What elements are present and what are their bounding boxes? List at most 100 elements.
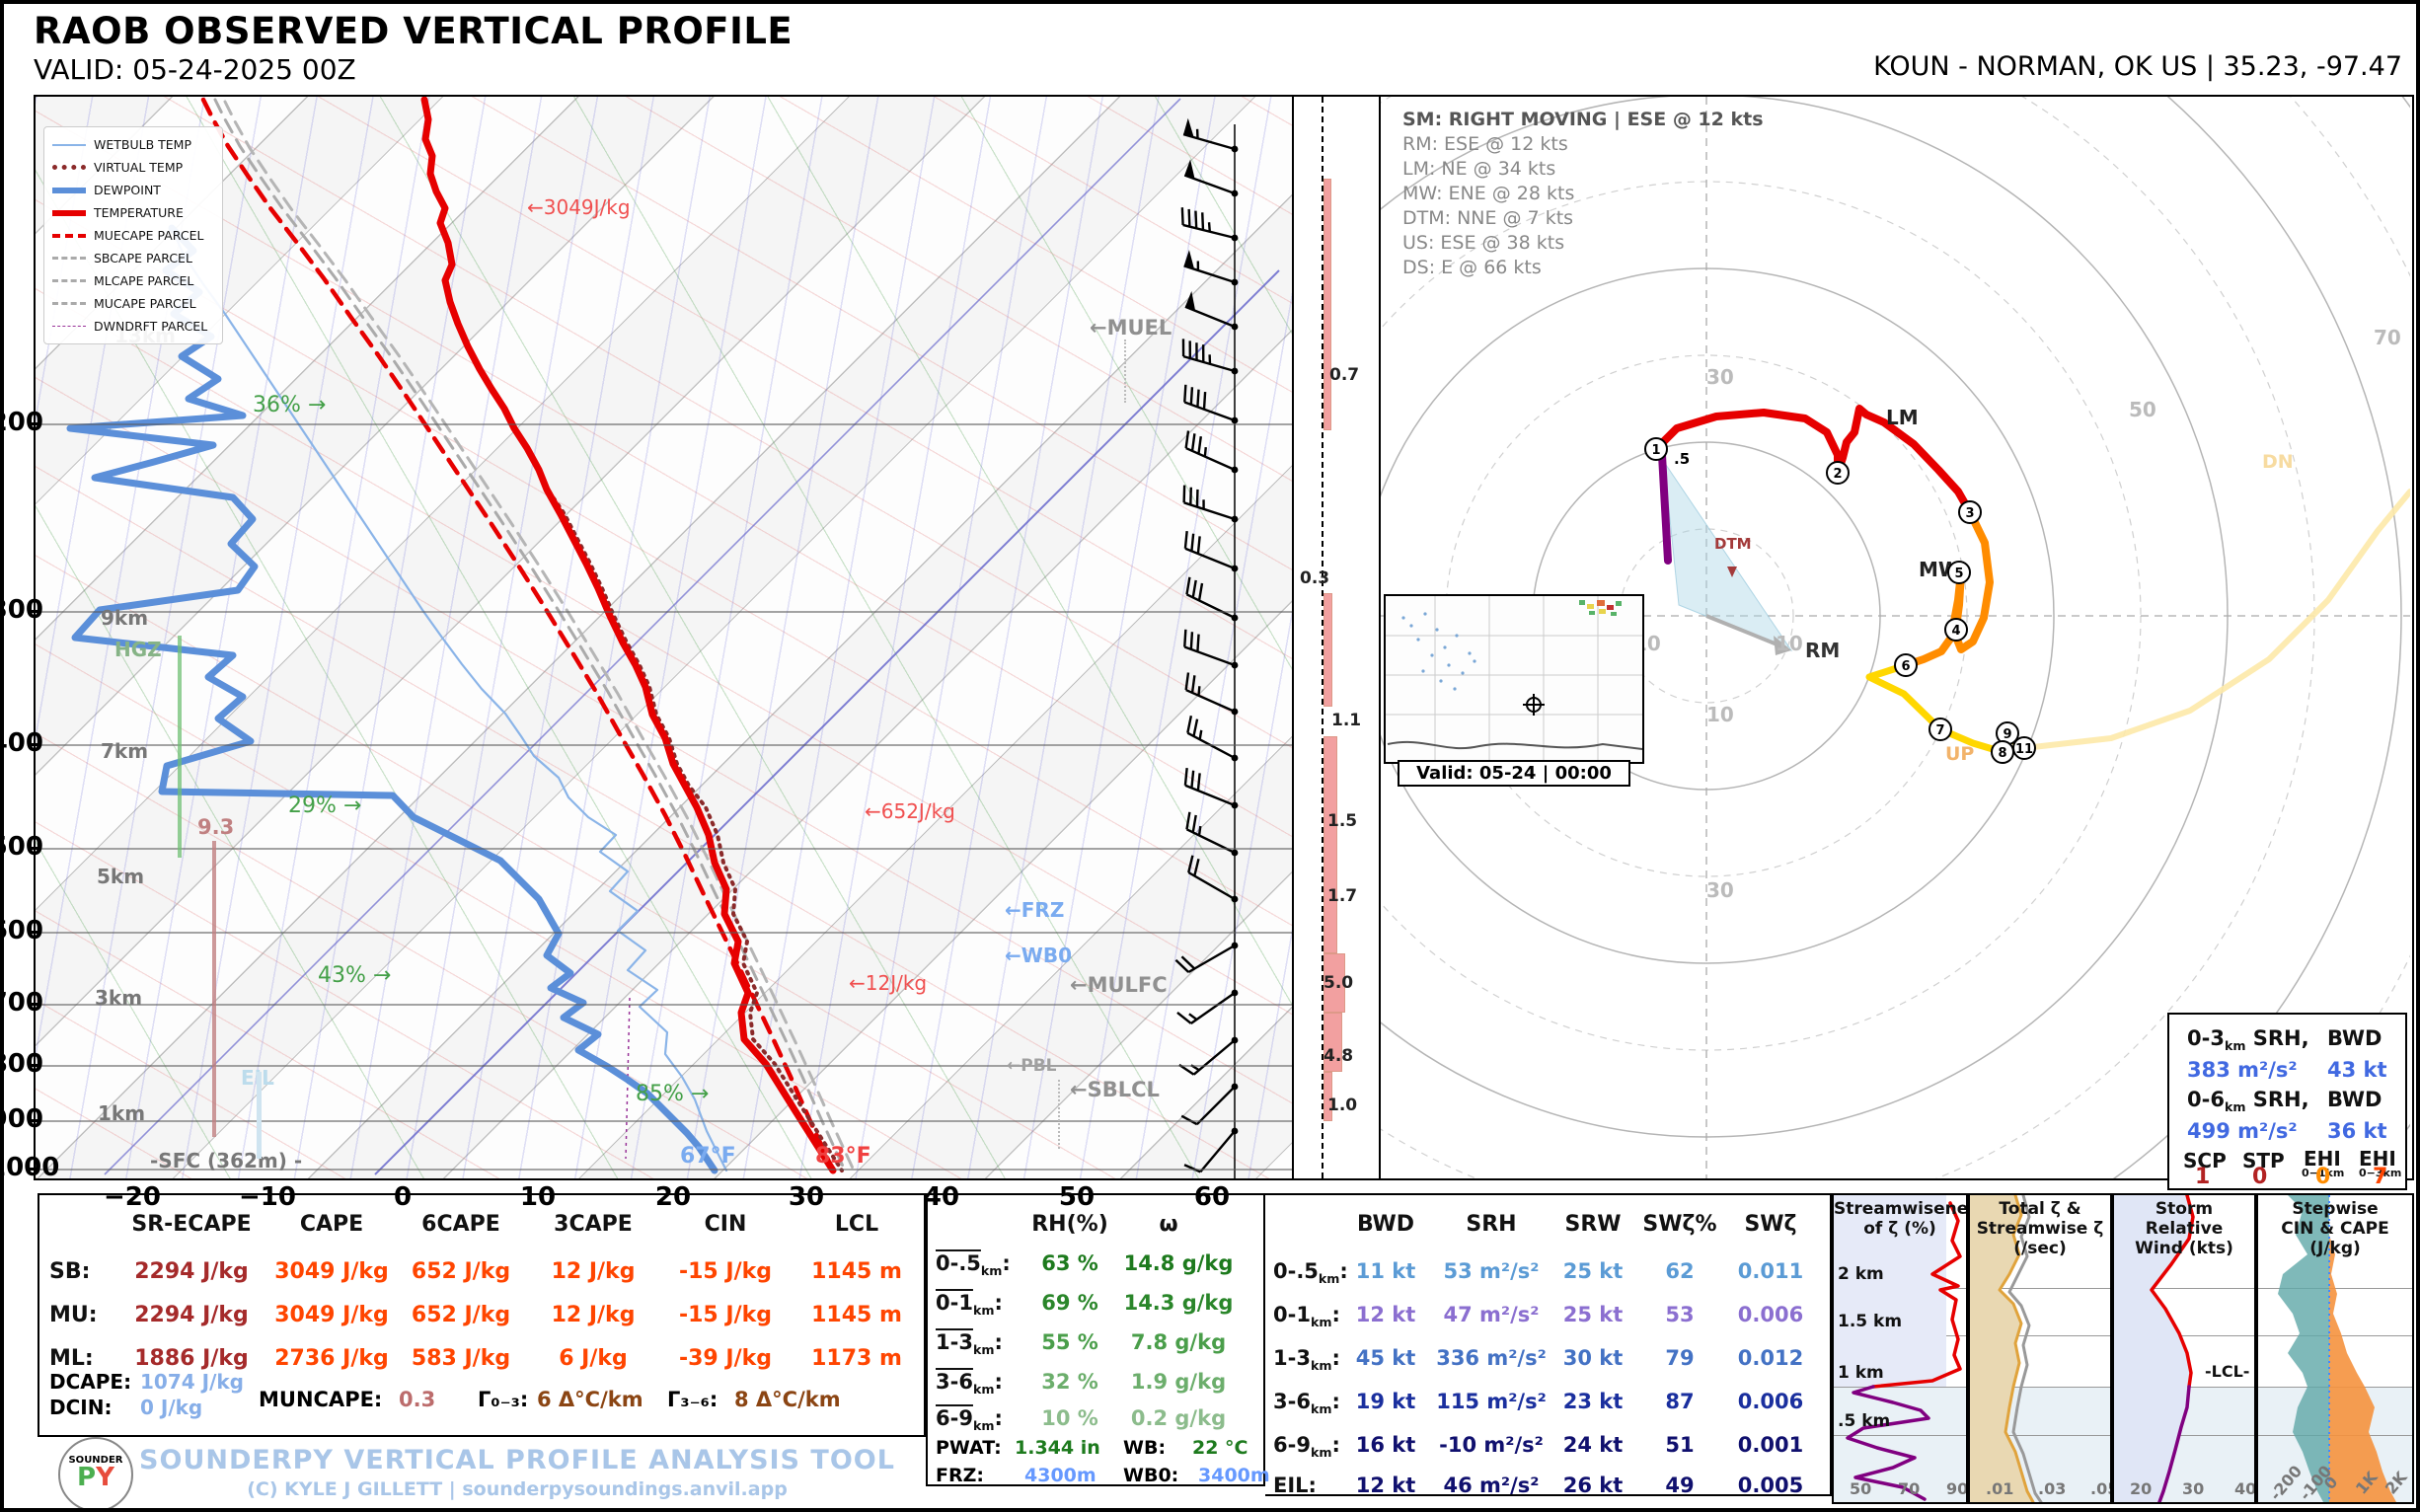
barb-full-tick (1185, 531, 1187, 549)
cape3-annotation: ←12J/kg (849, 971, 927, 995)
legend-item-label: DWNDRFT PARCEL (94, 319, 207, 334)
barb-full-tick (1198, 773, 1200, 791)
wind-barb-icon (1185, 291, 1238, 330)
sblcl-annotation: ←SBLCL (1070, 1078, 1160, 1101)
ehi-0-3-value: 7 (2373, 1165, 2387, 1189)
panel-tick: 40 (2234, 1479, 2256, 1498)
kinematics-row-label: 6-9km: (1273, 1433, 1340, 1460)
hodo-vector-label: RM (1805, 639, 1840, 662)
skewt-panel: WETBULB TEMPVIRTUAL TEMPDEWPOINTTEMPERAT… (34, 95, 1294, 1180)
thermo-cell: -39 J/kg (679, 1346, 772, 1371)
surface-temp-label: 83°F (815, 1144, 871, 1169)
height-label: 9km (101, 606, 148, 630)
legend-line-sample (52, 188, 86, 193)
temp-tick: 60 (1194, 1182, 1230, 1212)
barb-full-tick (1184, 385, 1185, 403)
ehi-0-1-value: 0 (2315, 1165, 2330, 1189)
thermo-cell: 652 J/kg (412, 1303, 510, 1327)
kinematics-cell: 0.001 (1738, 1433, 1803, 1457)
barb-staff (1200, 1131, 1235, 1172)
barb-staff (1188, 945, 1235, 972)
hodograph-info-line: DS: E @ 66 kts (1402, 257, 1542, 278)
srh-0-6-label: 0-6km SRH, (2187, 1088, 2309, 1114)
barb-full-tick (1182, 207, 1183, 225)
kinematics-cell: 49 (1665, 1474, 1694, 1497)
barb-half-tick (1209, 222, 1210, 231)
barb-pennant (1183, 118, 1194, 137)
isobar-line (36, 423, 1292, 425)
hodo-trace-9km-plus (2024, 491, 2410, 748)
rh-annotation: 36% → (253, 393, 326, 417)
kinematics-cell: 115 m²/s² (1436, 1390, 1547, 1413)
temp-tick: 50 (1059, 1182, 1095, 1212)
rh-annotation: 43% → (318, 963, 391, 988)
moisture-row-label: 6-9km: (936, 1406, 1003, 1433)
panel-plot (1834, 1195, 1966, 1502)
rh-header: RH(%) (1031, 1212, 1108, 1237)
barb-half-tick (1200, 730, 1202, 739)
kinematics-cell: 23 kt (1563, 1390, 1624, 1413)
hodo-height-marker-number: 9 (2003, 727, 2011, 742)
pressure-tick-mark (28, 1168, 38, 1171)
thermo-row-label: SB: (49, 1259, 90, 1284)
legend-line-sample (52, 326, 86, 327)
hodo-trace-1-3km (1656, 409, 1970, 512)
lapse-0-3-label: Γ₀₋₃: (478, 1388, 528, 1411)
hgz-label: HGZ (114, 638, 162, 661)
pressure-tick-mark (28, 1003, 38, 1006)
panel-ylabel: 2 km (1838, 1264, 1884, 1284)
barb-full-tick (1186, 577, 1189, 594)
lcl-marker-label: -LCL- (2205, 1362, 2249, 1381)
panel-ylabel: 1.5 km (1838, 1312, 1902, 1331)
panel-title: Streamwisenessof ζ (%) (1834, 1199, 1966, 1239)
isobar-line (36, 1065, 1292, 1067)
hodo-height-marker-number: 4 (1951, 624, 1960, 639)
lapse-3-6-label: Γ₃₋₆: (667, 1388, 718, 1411)
thermo-header: LCL (835, 1212, 878, 1237)
wind-barb-icon (1184, 630, 1238, 669)
barb-full-tick (1194, 719, 1198, 736)
mini-panel-0: Streamwisenessof ζ (%)2 km1.5 km1 km.5 k… (1832, 1193, 1968, 1504)
thermo-header: 6CAPE (421, 1212, 500, 1237)
barb-full-tick (1198, 436, 1200, 454)
dcape-label: DCAPE: (49, 1370, 131, 1394)
skewt-plot (36, 97, 1292, 1178)
omega-bar (1323, 736, 1337, 953)
wind-barb-icon (1183, 118, 1238, 153)
panel-tick: .03 (2038, 1479, 2066, 1498)
legend-item: DWNDRFT PARCEL (52, 315, 214, 338)
thermo-cell: 652 J/kg (412, 1259, 510, 1284)
bwd-0-3-value: 43 kt (2327, 1058, 2387, 1082)
barb-full-tick (1187, 716, 1191, 732)
hodo-height-marker-number: 8 (1998, 746, 2006, 761)
kinematics-cell: 45 kt (1356, 1346, 1416, 1370)
dcin-value: 0 J/kg (140, 1396, 202, 1419)
rh-value: 32 % (1041, 1370, 1098, 1394)
map-graphic (1386, 596, 1642, 762)
wind-barb-icon (1187, 716, 1238, 761)
rh-value: 55 % (1041, 1330, 1098, 1354)
thermo-cell: 1145 m (811, 1303, 902, 1327)
legend-line-sample (52, 302, 86, 305)
kinematics-cell: 0.006 (1738, 1390, 1803, 1413)
barb-full-tick (1189, 209, 1190, 227)
hodo-height-marker-number: 3 (1965, 506, 1974, 521)
moisture-row-label: 0-.5km: (936, 1251, 1011, 1278)
barb-pennant (1184, 250, 1194, 269)
wb-label: WB: (1123, 1437, 1166, 1459)
wind-barb-icon (1185, 531, 1238, 571)
hodo-vector-label: UP (1945, 743, 1974, 765)
kinematics-cell: 62 (1665, 1259, 1694, 1283)
map-inset (1384, 594, 1644, 764)
dgz-lapse-value: 9.3 (197, 815, 234, 839)
pressure-tick-mark (28, 847, 38, 850)
wind-barb-icon (1184, 160, 1238, 197)
barb-full-tick (1204, 392, 1205, 410)
height-label: 7km (101, 739, 148, 763)
kinematics-header: BWD (1357, 1212, 1414, 1237)
kinematics-cell: 24 kt (1563, 1433, 1624, 1457)
hodo-trace-3-6km (1906, 512, 1990, 665)
omega-value: 5.0 (1323, 973, 1353, 993)
legend-line-sample (52, 144, 86, 146)
wb0-annotation: ←WB0 (1005, 944, 1072, 967)
